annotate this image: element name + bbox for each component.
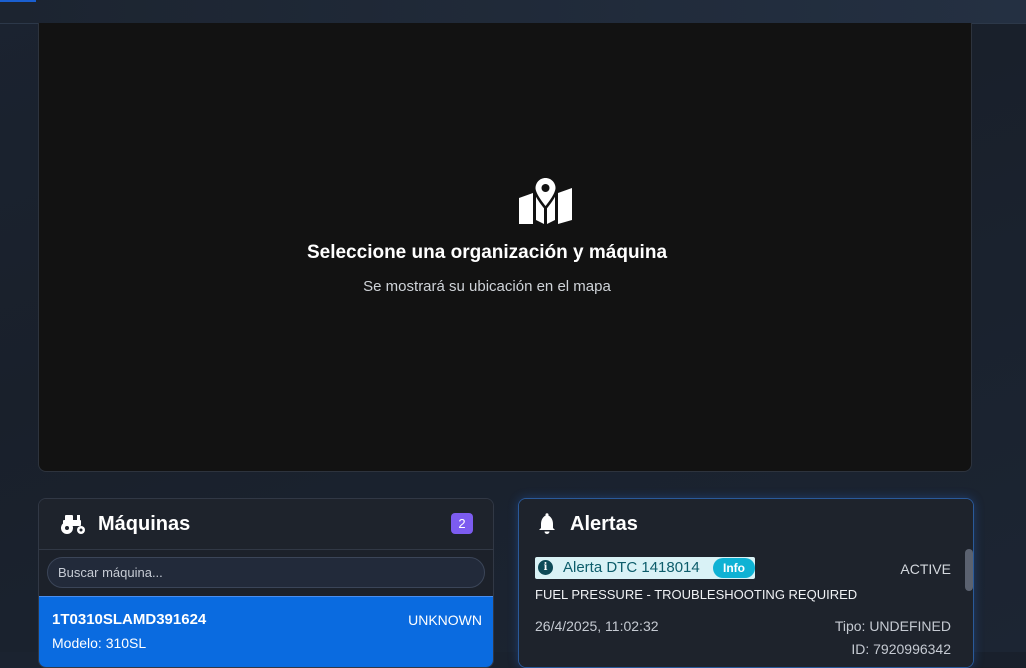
alerts-title: Alertas	[570, 513, 638, 535]
severity-badge: Info	[713, 558, 755, 578]
alert-id: ID: 7920996342	[851, 641, 951, 657]
machine-model: Modelo: 310SL	[52, 635, 147, 651]
alert-type: Tipo: UNDEFINED	[834, 618, 951, 634]
alert-description: FUEL PRESSURE - TROUBLESHOOTING REQUIRED	[535, 587, 858, 602]
top-bar-accent	[0, 0, 36, 2]
machine-id: 1T0310SLAMD391624	[52, 611, 207, 628]
machine-list-item[interactable]: 1T0310SLAMD391624 UNKNOWN Modelo: 310SL	[39, 596, 493, 667]
machine-status: UNKNOWN	[408, 612, 482, 628]
map-placeholder-title: Seleccione una organización y máquina	[306, 242, 668, 263]
map-placeholder-subtitle: Se mostrará su ubicación en el mapa	[363, 278, 611, 295]
machines-header: Máquinas 2	[39, 499, 493, 550]
map-location-icon	[519, 176, 572, 224]
tractor-icon	[61, 515, 85, 534]
alert-date: 26/4/2025, 11:02:32	[535, 618, 659, 634]
machines-title: Máquinas	[98, 513, 191, 535]
info-icon: i	[538, 560, 553, 575]
alert-name: Alerta DTC 1418014	[563, 559, 700, 576]
alert-tag: i Alerta DTC 1418014 Info	[535, 557, 755, 579]
top-bar	[0, 0, 1026, 24]
alerts-card: Alertas i Alerta DTC 1418014 Info ACTIVE…	[518, 498, 974, 668]
machines-card: Máquinas 2 1T0310SLAMD391624 UNKNOWN Mod…	[38, 498, 494, 668]
bell-icon	[539, 513, 555, 534]
map-panel[interactable]: Seleccione una organización y máquina Se…	[38, 23, 972, 472]
machines-count-badge: 2	[451, 513, 473, 534]
alerts-scrollbar[interactable]	[965, 549, 973, 591]
alerts-header: Alertas	[519, 499, 973, 550]
machine-search-input[interactable]	[47, 557, 485, 588]
alert-list-item[interactable]: i Alerta DTC 1418014 Info ACTIVE FUEL PR…	[519, 549, 973, 667]
alert-state: ACTIVE	[900, 561, 951, 577]
